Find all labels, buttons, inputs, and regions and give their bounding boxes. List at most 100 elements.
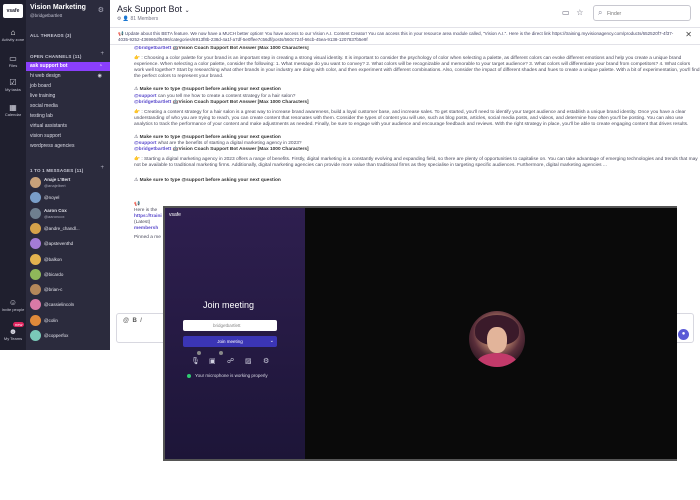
- camera-menu-badge[interactable]: [219, 351, 223, 355]
- checklist-icon: ☑: [9, 78, 17, 87]
- team-icon: ☻: [8, 327, 18, 336]
- channel-testing-lab[interactable]: testing lab: [26, 112, 110, 121]
- close-icon[interactable]: ✕: [685, 31, 692, 39]
- dm-item[interactable]: @colin: [30, 314, 108, 327]
- search-input[interactable]: [607, 9, 687, 18]
- rail-files[interactable]: ▭ Files: [0, 54, 26, 68]
- dm-item[interactable]: @balkon: [30, 253, 108, 266]
- gear-icon[interactable]: ⚙: [98, 6, 104, 14]
- chevron-down-icon[interactable]: ⌄: [270, 336, 274, 347]
- avatar: [30, 314, 41, 326]
- microphone-icon[interactable]: 🎙: [191, 357, 200, 365]
- sidebar: Vision Marketing @bridgetbartlett ⚙ ALL …: [26, 0, 110, 350]
- dm-name: @apsteventhd: [44, 241, 74, 247]
- dm-item[interactable]: @cassielincoln: [30, 299, 108, 311]
- microphone-icon[interactable]: ●: [678, 329, 689, 340]
- channel-vision-support[interactable]: vision support: [26, 132, 110, 141]
- all-threads[interactable]: ALL THREADS (3): [30, 33, 71, 38]
- rail-activity-zone[interactable]: ⌂ Activity zone: [0, 28, 26, 42]
- rail-my-teams[interactable]: ☻ My Teams: [0, 327, 26, 341]
- dm-item[interactable]: @andre_chandl...: [30, 222, 108, 235]
- join-meeting-button[interactable]: Join meeting ⌄: [183, 336, 277, 347]
- megaphone-icon: 📢: [118, 31, 124, 36]
- channel-ask-support-bot[interactable]: ask support bot ◔: [26, 62, 110, 71]
- rail-my-tasks[interactable]: ☑ My tasks: [0, 78, 26, 92]
- member-count[interactable]: ⚙ 👤 81 Members: [117, 16, 158, 22]
- channel-wordpress-agencies[interactable]: wordpress agencies: [26, 142, 110, 151]
- bell-icon[interactable]: ◔: [99, 62, 102, 71]
- notification-icon: ◉: [97, 73, 102, 79]
- format-toolbar: @ B I: [123, 318, 142, 324]
- dm-item[interactable]: @copperfox: [30, 330, 108, 342]
- avatar: [30, 268, 41, 280]
- dm-item[interactable]: @noyel: [30, 192, 108, 204]
- megaphone-icon: 📢: [134, 201, 140, 207]
- mic-menu-badge[interactable]: [197, 351, 201, 355]
- workspace-name[interactable]: Vision Marketing: [30, 4, 86, 11]
- channel-header: Ask Support Bot ⌄ ⚙ 👤 81 Members ▭ ☆ ⌕: [110, 0, 700, 28]
- message: ⚠ Make sure to type @support before aski…: [134, 87, 689, 127]
- avatar: [30, 177, 41, 188]
- dm-name: Aaron Cox: [44, 207, 67, 213]
- camera-icon[interactable]: ▣: [209, 357, 216, 365]
- dm-name: @bicardo: [44, 271, 64, 277]
- italic-icon[interactable]: I: [140, 318, 142, 324]
- image-icon[interactable]: ▨: [245, 357, 252, 365]
- chevron-down-icon[interactable]: ⌄: [185, 8, 190, 14]
- dm-name: @brian-c: [44, 287, 63, 293]
- dm-item[interactable]: @apsteventhd: [30, 238, 108, 250]
- channel-virtual-assistants[interactable]: virtual assistants: [26, 122, 110, 131]
- settings-icon[interactable]: ⚙: [263, 357, 269, 365]
- point-right-icon: 👉: [134, 56, 140, 62]
- participants-icon[interactable]: ☍: [227, 357, 234, 365]
- current-user: @bridgetbartlett: [30, 13, 63, 18]
- rail-invite-people[interactable]: ☺ Invite people: [0, 298, 26, 312]
- message: @bridgetbartlett 🤖Vision Coach Support B…: [134, 46, 700, 80]
- avatar: [30, 192, 41, 204]
- dm-handle: @aaroncox: [44, 213, 65, 219]
- dm-name: Anaje L'Bert: [44, 177, 71, 182]
- message: ⚠ Make sure to type @support before aski…: [134, 135, 698, 169]
- open-channels-header[interactable]: OPEN CHANNELS (11): [30, 54, 82, 59]
- channel-title[interactable]: Ask Support Bot ⌄: [117, 4, 190, 14]
- star-icon[interactable]: ☆: [576, 8, 583, 17]
- video-call-icon[interactable]: ▭: [562, 8, 570, 17]
- app-logo[interactable]: vsafe: [3, 4, 23, 18]
- dm-name: @colin: [44, 317, 58, 323]
- bell-icon: ⌂: [10, 28, 16, 37]
- search-box[interactable]: ⌕: [593, 5, 691, 21]
- dm-item[interactable]: @brian-c: [30, 284, 108, 296]
- warning-icon: ⚠: [134, 177, 139, 183]
- avatar: [30, 299, 41, 311]
- calendar-icon: ▦: [9, 103, 17, 112]
- dm-item[interactable]: Aaron Cox @aaroncox: [30, 207, 108, 220]
- join-meeting-window: vsafe Join meeting Join meeting ⌄ 🎙 ▣ ☍ …: [163, 206, 677, 461]
- gear-icon[interactable]: ⚙: [117, 16, 121, 22]
- status-dot-icon: [187, 373, 191, 378]
- warning-icon: ⚠: [134, 135, 139, 141]
- avatar: [30, 207, 41, 219]
- avatar: [30, 222, 41, 234]
- video-preview: [305, 208, 677, 459]
- rail-calendar[interactable]: ▦ Calendar: [0, 103, 26, 117]
- meeting-logo: vsafe: [169, 212, 181, 218]
- display-name-input[interactable]: [183, 320, 277, 331]
- channel-hi-web-design[interactable]: hi web design ◉: [26, 72, 110, 81]
- meeting-title: Join meeting: [203, 300, 255, 310]
- add-dm-icon[interactable]: +: [100, 165, 104, 171]
- dm-name: @andre_chandl...: [44, 225, 80, 231]
- dm-item[interactable]: Anaje L'Bert @anajelbert: [30, 177, 108, 189]
- warning-icon: ⚠: [134, 87, 139, 93]
- channel-live-training[interactable]: live training: [26, 92, 110, 101]
- dm-header[interactable]: 1 TO 1 MESSAGES (11): [30, 168, 83, 173]
- user-avatar: [469, 311, 525, 367]
- channel-social-media[interactable]: social media: [26, 102, 110, 111]
- dm-item[interactable]: @bicardo: [30, 268, 108, 281]
- channel-job-board[interactable]: job board: [26, 82, 110, 91]
- mention-icon[interactable]: @: [123, 318, 129, 324]
- search-icon: ⌕: [598, 8, 603, 17]
- app-rail: vsafe ⌂ Activity zone ▭ Files ☑ My tasks ▦ C…: [0, 0, 26, 350]
- bold-icon[interactable]: B: [132, 318, 136, 324]
- message: ⚠ Make sure to type @support before aski…: [134, 177, 281, 183]
- add-channel-icon[interactable]: +: [100, 51, 104, 57]
